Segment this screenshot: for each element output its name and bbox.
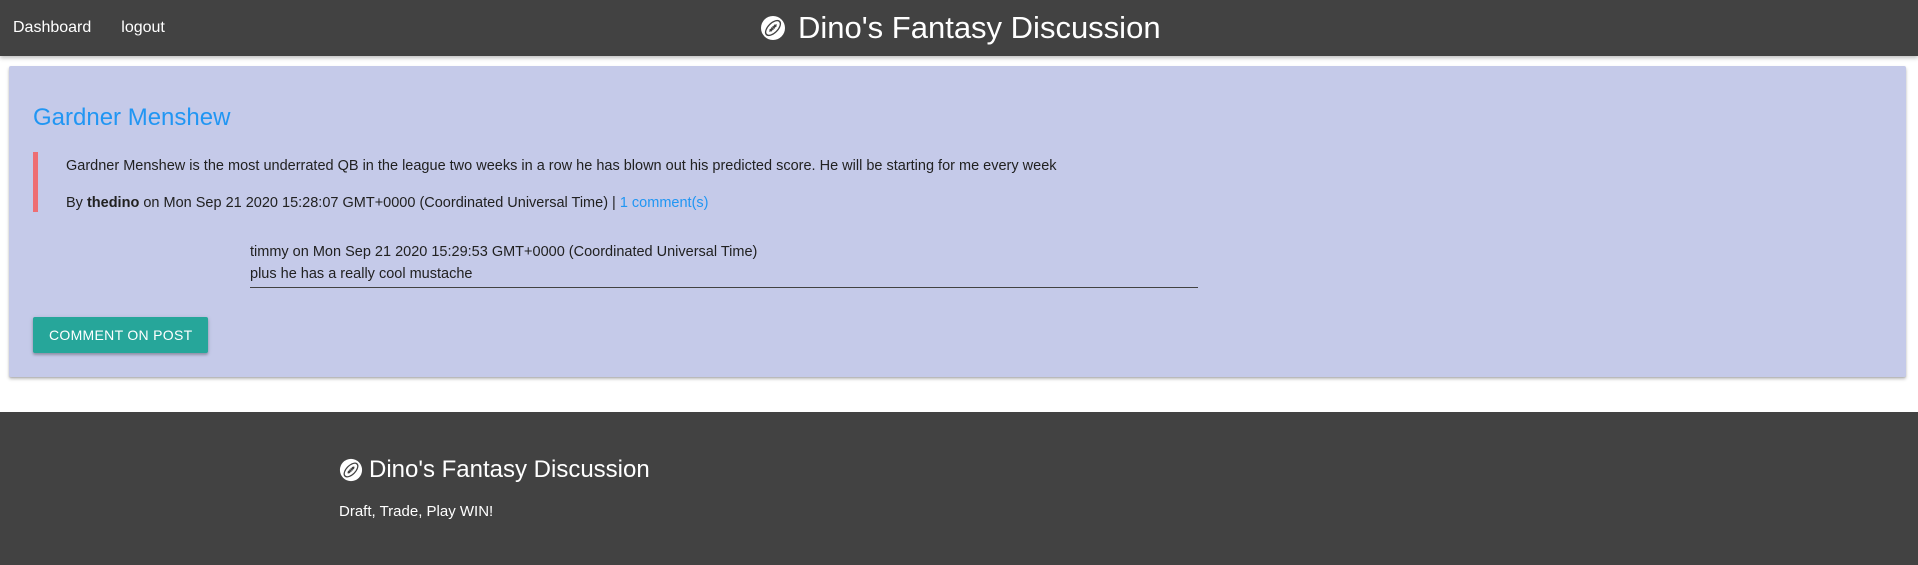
post-title[interactable]: Gardner Menshew <box>33 104 230 132</box>
footer-brand: Dino's Fantasy Discussion <box>339 456 650 484</box>
footer-tagline: Draft, Trade, Play WIN! <box>339 503 494 520</box>
post-byline: By thedino on Mon Sep 21 2020 15:28:07 G… <box>66 195 708 211</box>
byline-prefix: By <box>66 195 83 211</box>
nav-link-dashboard[interactable]: Dashboard <box>0 19 104 37</box>
nav-links: Dashboard logout <box>0 0 178 56</box>
brand-logo[interactable]: Dino's Fantasy Discussion <box>760 0 1161 56</box>
post-blockquote: Gardner Menshew is the most underrated Q… <box>33 152 1361 212</box>
nav-link-logout[interactable]: logout <box>108 19 178 37</box>
post-card: Gardner Menshew Gardner Menshew is the m… <box>9 66 1906 377</box>
comments-link[interactable]: 1 comment(s) <box>620 195 709 211</box>
post-body: Gardner Menshew is the most underrated Q… <box>66 158 1057 174</box>
football-icon <box>339 458 363 482</box>
footer-brand-title: Dino's Fantasy Discussion <box>369 456 650 483</box>
top-navbar: Dashboard logout Dino's Fantasy Discussi… <box>0 0 1918 56</box>
brand-title: Dino's Fantasy Discussion <box>798 10 1161 45</box>
comment-item: timmy on Mon Sep 21 2020 15:29:53 GMT+00… <box>250 244 1198 288</box>
page-footer: Dino's Fantasy Discussion Draft, Trade, … <box>0 412 1918 565</box>
football-icon <box>760 15 786 41</box>
comment-text: plus he has a really cool mustache <box>250 266 473 282</box>
comment-on-post-button[interactable]: Comment on post <box>33 317 209 353</box>
comment-meta: timmy on Mon Sep 21 2020 15:29:53 GMT+00… <box>250 244 758 260</box>
post-date: on Mon Sep 21 2020 15:28:07 GMT+0000 (Co… <box>143 195 616 211</box>
post-author: thedino <box>86 195 140 211</box>
